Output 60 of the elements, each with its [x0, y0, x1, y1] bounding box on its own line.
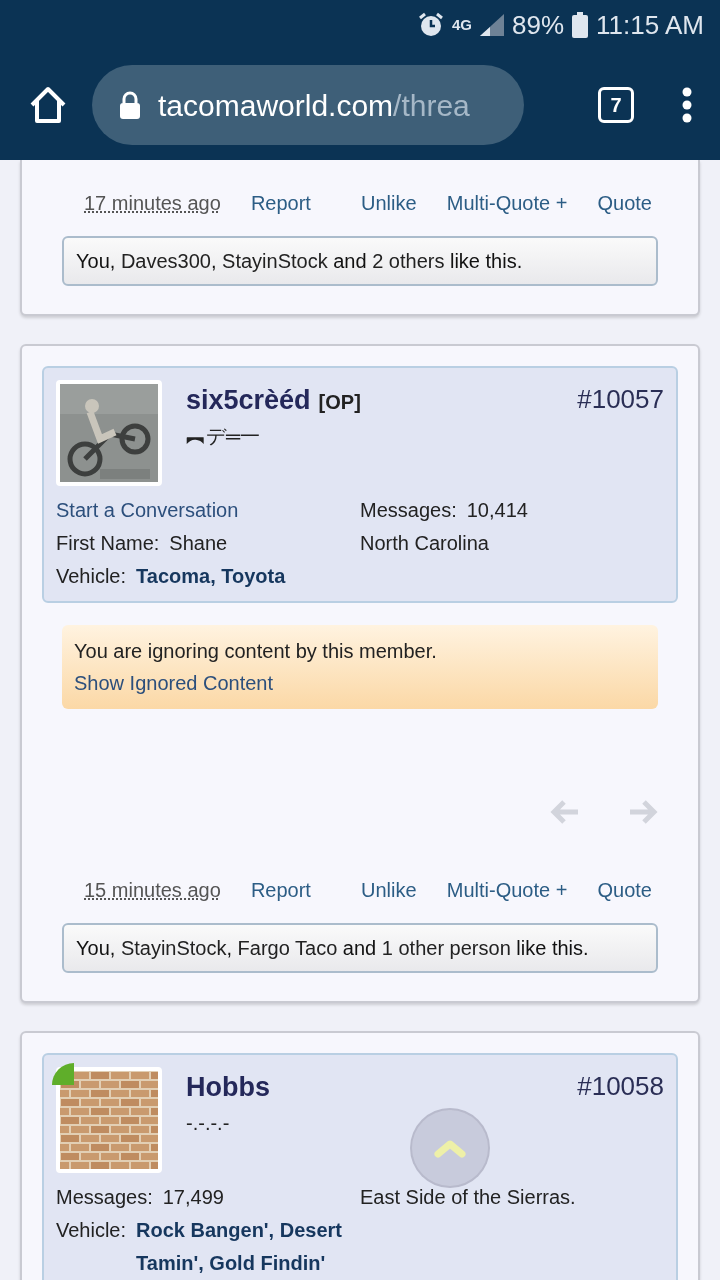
field-value[interactable]: Rock Bangen', Desert Tamin', Gold Findin': [136, 1214, 360, 1280]
menu-icon[interactable]: [682, 87, 692, 123]
battery-icon: [572, 12, 589, 38]
action-link[interactable]: Report: [250, 875, 311, 905]
ignored-notice: You are ignoring content by this member. Show Ignored Content: [62, 625, 658, 709]
post-number[interactable]: #10057: [577, 380, 664, 419]
field-value: Shane: [169, 531, 228, 556]
previous-arrow-icon[interactable]: [550, 799, 580, 825]
likes-text: You,: [76, 937, 117, 959]
user-title: -.-.-.-: [186, 1110, 231, 1136]
likes-text: ,: [226, 937, 234, 959]
field-label: Vehicle:: [56, 564, 127, 589]
location-text: East Side of the Sierras.: [360, 1185, 576, 1210]
battery-level: 89%: [512, 8, 565, 42]
show-ignored-link[interactable]: Show Ignored Content: [74, 672, 274, 694]
others-link[interactable]: 2 others: [372, 250, 445, 272]
others-link[interactable]: 1 other person: [381, 937, 511, 959]
op-label: [OP]: [318, 390, 361, 415]
action-link[interactable]: Unlike: [361, 875, 417, 905]
field-label: First Name:: [56, 531, 160, 556]
post-time[interactable]: 15 minutes ago: [84, 875, 221, 905]
action-link[interactable]: Multi-Quote +: [446, 875, 568, 905]
likes-text: and: [332, 250, 368, 272]
user-link[interactable]: Fargo Taco: [237, 937, 338, 959]
lock-icon: [118, 91, 142, 119]
network-type: 4G: [452, 14, 472, 35]
home-icon[interactable]: [28, 85, 68, 125]
user-link[interactable]: Daves300: [120, 250, 211, 272]
tab-count-button[interactable]: 7: [598, 87, 634, 123]
username[interactable]: six5crèéd: [186, 380, 311, 421]
user-link[interactable]: StayinStock: [222, 250, 328, 272]
likes-text: ,: [210, 250, 218, 272]
field-value[interactable]: Tacoma, Toyota: [136, 560, 286, 593]
location-text: North Carolina: [360, 531, 490, 556]
likes-text: You,: [76, 250, 117, 272]
next-arrow-icon[interactable]: [628, 799, 658, 825]
user-link[interactable]: StayinStock: [120, 937, 227, 959]
clock: 11:15 AM: [596, 8, 704, 42]
address-bar[interactable]: tacomaworld.com/threa: [92, 65, 524, 145]
start-conversation-link[interactable]: Start a Conversation: [56, 494, 360, 527]
post-time[interactable]: 17 minutes ago: [84, 188, 221, 218]
likes-text: and: [341, 937, 378, 959]
field-value: 17,499: [162, 1185, 224, 1210]
action-link[interactable]: Unlike: [361, 188, 417, 218]
likes-text: like this.: [448, 250, 523, 272]
action-link[interactable]: Quote: [597, 875, 652, 905]
field-value: 10,414: [466, 498, 528, 523]
field-label: Messages:: [56, 1185, 153, 1210]
action-link[interactable]: Report: [250, 188, 311, 218]
field-label: Messages:: [360, 498, 457, 523]
user-title: ︻デ═一: [186, 423, 262, 449]
post-number[interactable]: #10058: [577, 1067, 664, 1106]
signal-icon: [480, 14, 504, 36]
field-label: Vehicle:: [56, 1218, 127, 1243]
action-link[interactable]: Quote: [597, 188, 652, 218]
likes-text: like this.: [515, 937, 589, 959]
chevron-up-icon: [434, 1138, 466, 1158]
action-link[interactable]: Multi-Quote +: [446, 188, 568, 218]
alarm-icon: [418, 12, 444, 38]
username[interactable]: Hobbs: [186, 1067, 270, 1108]
